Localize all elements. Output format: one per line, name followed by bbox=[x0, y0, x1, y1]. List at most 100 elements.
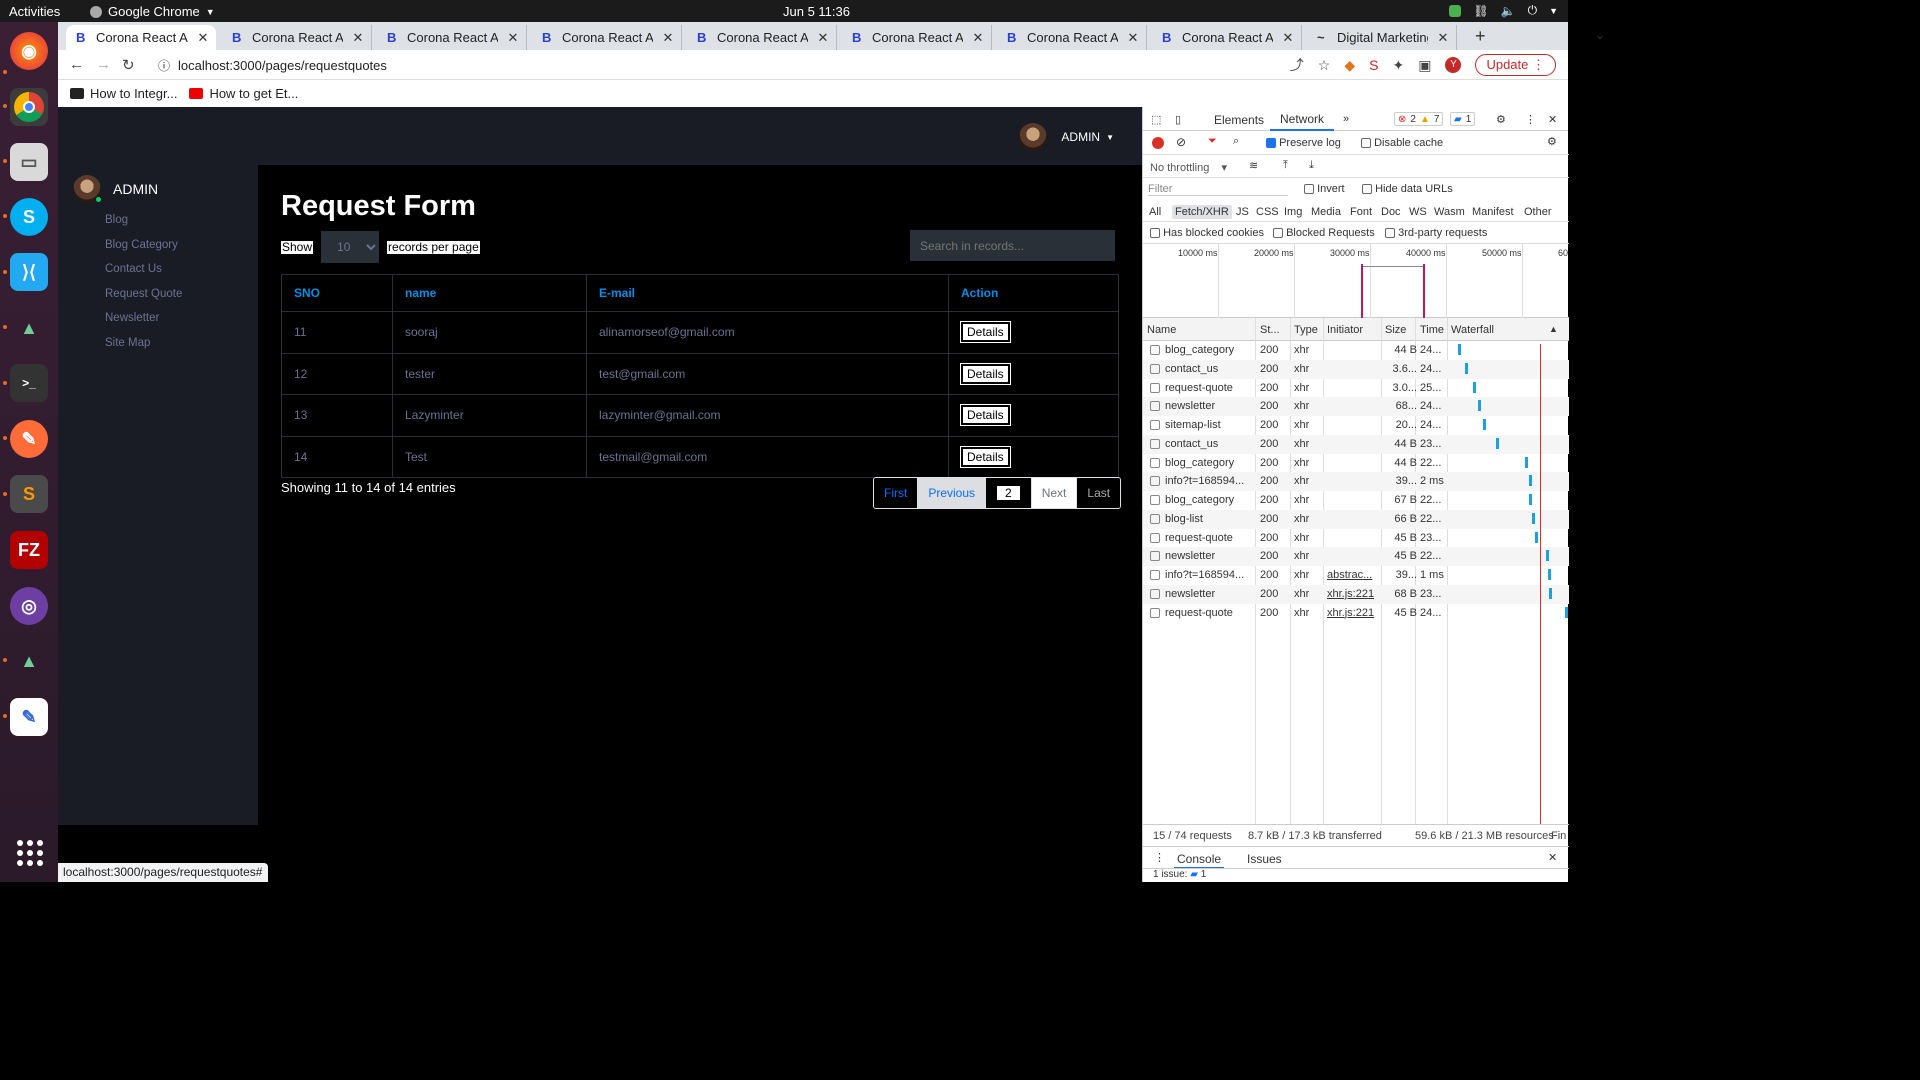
timeline-selection-right[interactable] bbox=[1423, 264, 1425, 318]
invert-checkbox[interactable]: Invert bbox=[1304, 183, 1345, 195]
request-row[interactable]: request-quote 200 xhr 45 B 23... bbox=[1143, 529, 1569, 548]
column-waterfall[interactable]: Waterfall bbox=[1451, 324, 1494, 336]
show-apps-icon[interactable] bbox=[17, 840, 43, 866]
text-editor-icon[interactable]: ✎ bbox=[10, 698, 48, 736]
type-filter-doc[interactable]: Doc bbox=[1381, 206, 1401, 218]
vscode-icon[interactable]: ⟩⟨ bbox=[10, 253, 48, 291]
pagination-first[interactable]: First bbox=[874, 478, 919, 508]
reload-icon[interactable]: ↻ bbox=[122, 56, 135, 74]
sublime-icon[interactable]: S bbox=[10, 475, 48, 513]
sidebar-item-site-map[interactable]: Site Map bbox=[105, 336, 182, 361]
request-row[interactable]: blog_category 200 xhr 67 B 22... bbox=[1143, 491, 1569, 510]
type-filter-css[interactable]: CSS bbox=[1256, 206, 1279, 218]
github-icon[interactable]: ◎ bbox=[10, 587, 48, 625]
request-initiator[interactable]: abstrac... bbox=[1327, 569, 1381, 581]
profile-avatar[interactable]: Y bbox=[1445, 57, 1462, 73]
request-initiator[interactable]: xhr.js:221 bbox=[1327, 588, 1381, 600]
close-tab-icon[interactable]: ✕ bbox=[196, 30, 210, 46]
type-filter-wasm[interactable]: Wasm bbox=[1434, 206, 1465, 218]
bookmark-star-icon[interactable]: ☆ bbox=[1318, 57, 1331, 74]
close-drawer-icon[interactable]: ✕ bbox=[1548, 851, 1557, 864]
details-button[interactable]: Details bbox=[960, 321, 1011, 344]
tab-elements[interactable]: Elements bbox=[1214, 113, 1264, 127]
clock[interactable]: Jun 5 11:36 bbox=[783, 4, 850, 19]
drawer-tab-issues[interactable]: Issues bbox=[1247, 852, 1282, 866]
column-header-sno[interactable]: SNO bbox=[281, 274, 393, 312]
pagination-next[interactable]: Next bbox=[1031, 478, 1078, 508]
share-icon[interactable]: ⤴ bbox=[1290, 55, 1304, 75]
browser-tab[interactable]: B Corona React Adm ✕ bbox=[66, 25, 216, 50]
details-button[interactable]: Details bbox=[960, 404, 1011, 427]
rocket-alt-icon[interactable]: ▲ bbox=[10, 642, 48, 680]
preserve-log-checkbox[interactable]: Preserve log bbox=[1266, 137, 1341, 149]
system-tray[interactable]: ⛓ 🔈 ⏻ ▼ bbox=[1449, 3, 1558, 18]
request-row[interactable]: newsletter 200 xhr 45 B 22... bbox=[1143, 547, 1569, 566]
filter-input[interactable]: Filter bbox=[1148, 183, 1288, 196]
back-icon[interactable]: ← bbox=[69, 56, 84, 73]
import-har-icon[interactable]: ⤒ bbox=[1283, 159, 1288, 172]
update-button[interactable]: Update ⋮ bbox=[1475, 54, 1556, 76]
terminal-icon[interactable]: >_ bbox=[10, 364, 48, 402]
close-tab-icon[interactable]: ✕ bbox=[1281, 30, 1295, 46]
side-panel-icon[interactable]: ▣ bbox=[1418, 57, 1431, 74]
sidebar-item-request-quote[interactable]: Request Quote bbox=[105, 287, 182, 312]
request-row[interactable]: blog_category 200 xhr 44 B 22... bbox=[1143, 454, 1569, 473]
type-filter-img[interactable]: Img bbox=[1284, 206, 1302, 218]
browser-tab[interactable]: B Corona React Adm ✕ bbox=[222, 25, 372, 50]
type-filter-all[interactable]: All bbox=[1149, 206, 1161, 218]
close-tab-icon[interactable]: ✕ bbox=[351, 30, 365, 46]
settings-gear-icon[interactable]: ⚙ bbox=[1496, 113, 1506, 126]
close-tab-icon[interactable]: ✕ bbox=[506, 30, 520, 46]
new-tab-icon[interactable]: + bbox=[1475, 26, 1486, 47]
forward-icon[interactable]: → bbox=[96, 56, 111, 73]
request-row[interactable]: blog-list 200 xhr 66 B 22... bbox=[1143, 509, 1569, 529]
network-overview-timeline[interactable]: 10000 ms 20000 ms 30000 ms 40000 ms 5000… bbox=[1143, 244, 1569, 318]
request-row[interactable]: contact_us 200 xhr 44 B 23... bbox=[1143, 434, 1569, 454]
request-row[interactable]: info?t=168594... 200 xhr abstrac... 39... 1 m… bbox=[1143, 566, 1569, 585]
browser-tab[interactable]: B Corona React Adm ✕ bbox=[842, 25, 992, 50]
column-header-email[interactable]: E-mail bbox=[586, 274, 949, 312]
filter-funnel-icon[interactable]: ⏷ bbox=[1208, 135, 1217, 148]
pagination-current-page[interactable]: 2 bbox=[986, 478, 1032, 508]
request-row[interactable]: blog_category 200 xhr 44 B 24... bbox=[1143, 341, 1569, 360]
clear-icon[interactable]: ⊘ bbox=[1176, 135, 1186, 149]
network-conditions-icon[interactable]: ≋ bbox=[1249, 159, 1258, 172]
has-blocked-cookies-checkbox[interactable]: Has blocked cookies bbox=[1150, 227, 1264, 239]
per-page-select[interactable]: 10 bbox=[321, 231, 380, 263]
search-input[interactable] bbox=[910, 230, 1115, 261]
sidebar-item-blog[interactable]: Blog bbox=[105, 213, 182, 238]
column-time[interactable]: Time bbox=[1420, 324, 1444, 336]
kebab-menu-icon[interactable]: ⋮ bbox=[1525, 113, 1536, 126]
browser-tab[interactable]: ~ Digital Marketing ✕ bbox=[1307, 25, 1457, 50]
close-tab-icon[interactable]: ✕ bbox=[661, 30, 675, 46]
column-name[interactable]: Name bbox=[1147, 324, 1176, 336]
timeline-selection-left[interactable] bbox=[1361, 264, 1363, 318]
request-row[interactable]: newsletter 200 xhr xhr.js:221 68 B 23... bbox=[1143, 584, 1569, 604]
disable-cache-checkbox[interactable]: Disable cache bbox=[1361, 137, 1443, 149]
extensions-puzzle-icon[interactable]: ✦ bbox=[1392, 57, 1404, 74]
search-icon[interactable]: ⌕ bbox=[1233, 135, 1239, 148]
skype-icon[interactable]: S bbox=[10, 198, 48, 236]
type-filter-font[interactable]: Font bbox=[1350, 206, 1372, 218]
inspect-element-icon[interactable]: ⬚ bbox=[1151, 113, 1161, 126]
request-row[interactable]: info?t=168594... 200 xhr 39... 2 ms bbox=[1143, 472, 1569, 491]
request-row[interactable]: contact_us 200 xhr 3.6... 24... bbox=[1143, 359, 1569, 379]
error-warning-badge[interactable]: ⊗ 2 ▲ 7 bbox=[1394, 112, 1444, 126]
pagination-last[interactable]: Last bbox=[1077, 478, 1121, 508]
postman-icon[interactable]: ✎ bbox=[10, 420, 48, 458]
more-tabs-icon[interactable]: » bbox=[1343, 113, 1349, 125]
request-row[interactable]: request-quote 200 xhr xhr.js:221 45 B 24... bbox=[1143, 604, 1569, 623]
chrome-dock-icon[interactable] bbox=[10, 88, 48, 126]
column-status[interactable]: St... bbox=[1260, 324, 1280, 336]
close-tab-icon[interactable]: ✕ bbox=[1436, 30, 1450, 46]
navbar-profile-dropdown[interactable]: ADMIN ▼ bbox=[1019, 123, 1114, 151]
close-tab-icon[interactable]: ✕ bbox=[1126, 30, 1140, 46]
omnibox[interactable]: ⓘ localhost:3000/pages/requestquotes bbox=[148, 54, 1278, 76]
column-size[interactable]: Size bbox=[1385, 324, 1406, 336]
blocked-requests-checkbox[interactable]: Blocked Requests bbox=[1273, 227, 1375, 239]
extension-s-icon[interactable]: S bbox=[1369, 57, 1378, 73]
metamask-extension-icon[interactable]: ◆ bbox=[1344, 57, 1355, 74]
network-settings-icon[interactable]: ⚙ bbox=[1547, 135, 1557, 148]
browser-tab[interactable]: B Corona React Adm ✕ bbox=[997, 25, 1147, 50]
type-filter-ws[interactable]: WS bbox=[1409, 206, 1427, 218]
